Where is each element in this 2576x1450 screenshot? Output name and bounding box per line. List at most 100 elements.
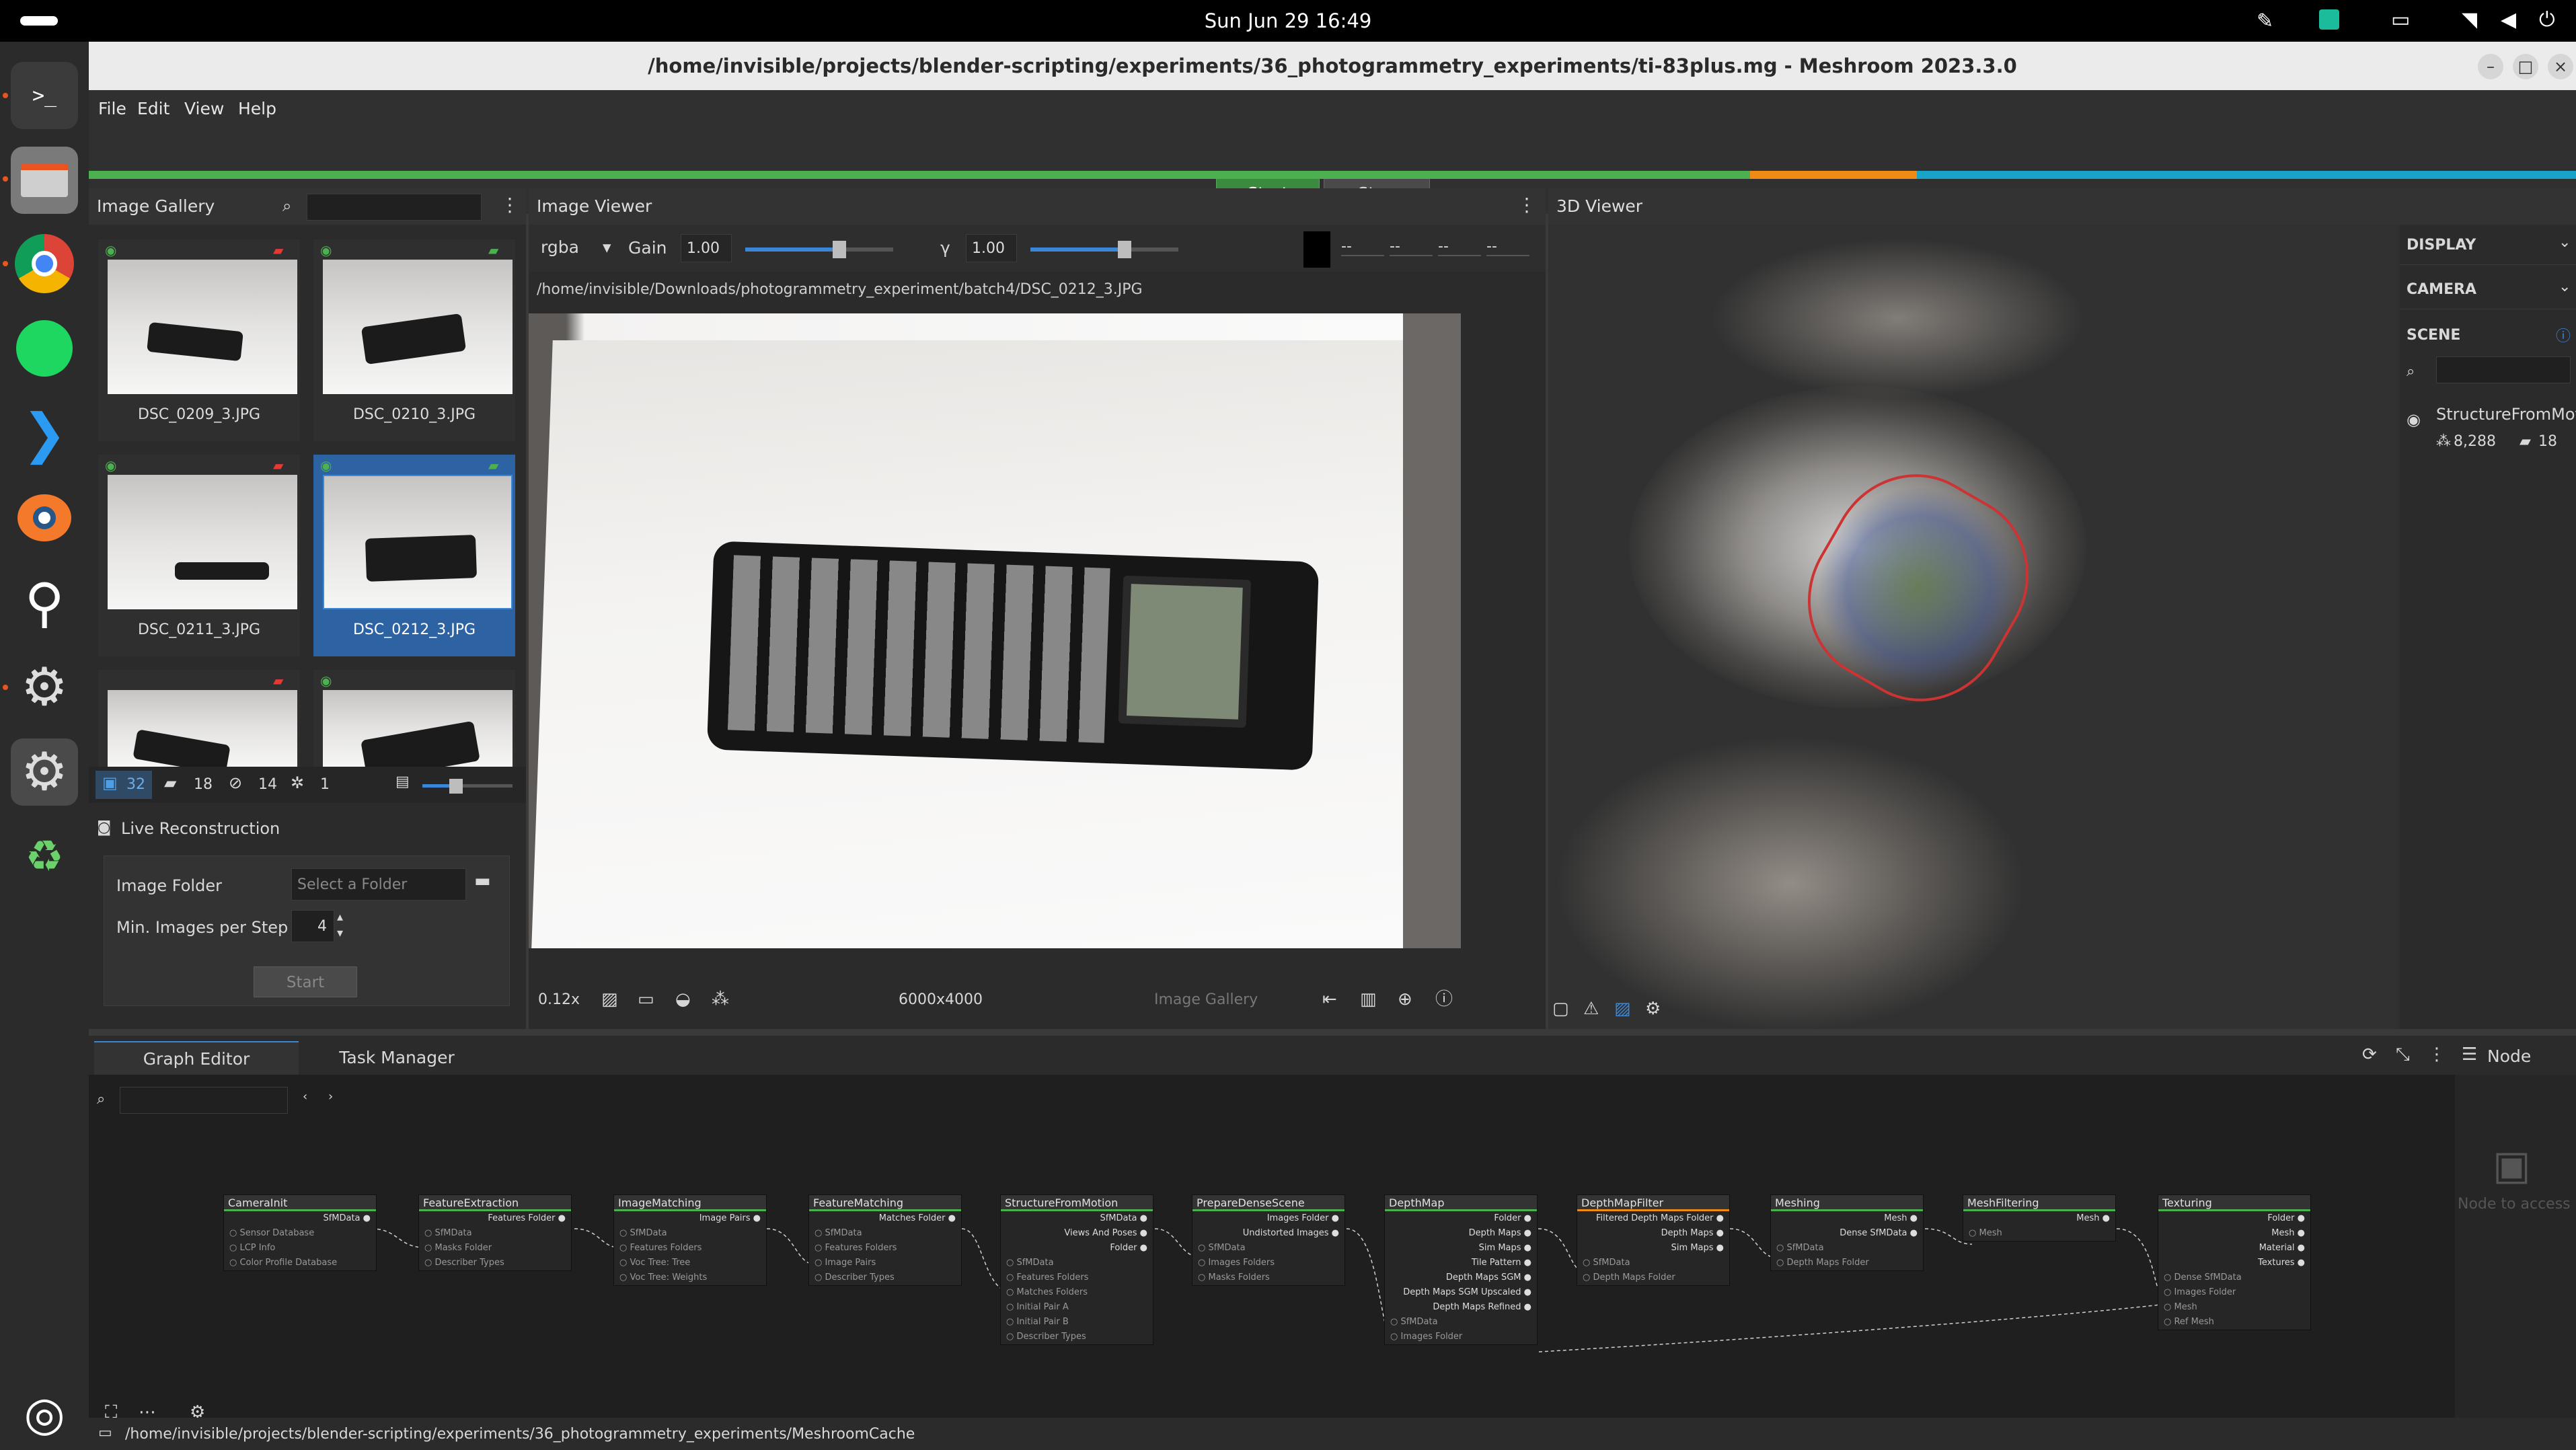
point-cloud-viewport[interactable] <box>1548 225 2397 1029</box>
meshroom-icon[interactable]: ⚲ <box>11 569 78 636</box>
graph-node-preparedensescene[interactable]: PrepareDenseScene Images Folder ● Undistor… <box>1192 1194 1345 1286</box>
gamma-slider[interactable] <box>1030 241 1178 258</box>
settings-gear-icon[interactable]: ⚙ <box>1645 995 1661 1022</box>
image-viewer-menu-icon[interactable]: ⋮ <box>1517 194 1536 216</box>
folder-icon[interactable]: ▬ <box>474 871 491 891</box>
output-port[interactable]: Depth Maps SGM ● <box>1385 1270 1537 1285</box>
graph-node-featureextraction[interactable]: FeatureExtraction Features Folder ● ○ SfMD… <box>418 1194 572 1271</box>
input-port[interactable]: ○ Describer Types <box>809 1270 961 1285</box>
input-port[interactable]: ○ Matches Folders <box>1001 1285 1153 1300</box>
gallery-thumb[interactable]: ◉ ▰ DSC_0209_3.JPG <box>98 239 300 441</box>
globe-icon[interactable]: ⊕ <box>1398 986 1412 1013</box>
spin-down-icon[interactable]: ▾ <box>337 926 343 940</box>
graph-node-camerainit[interactable]: CameraInit SfMData ● ○ Sensor Database ○ LC… <box>223 1194 377 1271</box>
graph-node-meshfiltering[interactable]: MeshFiltering Mesh ● ○ Mesh <box>1963 1194 2116 1242</box>
output-port[interactable]: Undistorted Images ● <box>1192 1226 1344 1241</box>
output-port[interactable]: SfMData ● <box>1001 1211 1153 1226</box>
input-port[interactable]: ○ Depth Maps Folder <box>1771 1256 1923 1270</box>
image-folder-input[interactable]: Select a Folder <box>291 868 466 901</box>
minimize-icon[interactable]: – <box>2478 54 2503 79</box>
blender-icon[interactable] <box>11 484 78 551</box>
menu-edit[interactable]: Edit <box>137 90 169 128</box>
camera-section[interactable]: CAMERA ⌄ <box>2400 269 2576 309</box>
frame-icon[interactable]: ▭ <box>638 986 654 1013</box>
output-port[interactable]: Depth Maps Refined ● <box>1385 1300 1537 1315</box>
input-port[interactable]: ○ Voc Tree: Tree <box>614 1256 766 1270</box>
pen-icon[interactable]: ✎ <box>2257 9 2273 33</box>
output-port[interactable]: Features Folder ● <box>419 1211 571 1226</box>
input-port[interactable]: ○ Color Profile Database <box>224 1256 376 1270</box>
graph-node-meshing[interactable]: Meshing Mesh ● Dense SfMData ● ○ SfMData ○ D… <box>1770 1194 1924 1271</box>
warning-icon[interactable]: ⚠ <box>1583 995 1599 1022</box>
input-port[interactable]: ○ SfMData <box>614 1226 766 1241</box>
live-start-button[interactable]: Start <box>254 966 357 997</box>
min-images-spinbox[interactable]: 4 <box>291 910 334 942</box>
output-port[interactable]: Mesh ● <box>1771 1211 1923 1226</box>
gallery-search-input[interactable] <box>307 194 482 221</box>
power-icon[interactable]: ⏻ <box>2539 8 2555 32</box>
input-port[interactable]: ○ SfMData <box>1001 1256 1153 1270</box>
output-port[interactable]: Matches Folder ● <box>809 1211 961 1226</box>
graph-node-structurefrommotion[interactable]: StructureFromMotion SfMData ● Views And Po… <box>1000 1194 1153 1345</box>
output-port[interactable]: Mesh ● <box>2158 1226 2310 1241</box>
graph-node-depthmap[interactable]: DepthMap Folder ● Depth Maps ● Sim Maps ● Ti… <box>1384 1194 1538 1345</box>
settings-active-icon[interactable]: ⚙ <box>11 738 78 806</box>
input-port[interactable]: ○ Dense SfMData <box>2158 1270 2310 1285</box>
input-port[interactable]: ○ Mesh <box>1963 1226 2115 1241</box>
input-port[interactable]: ○ Features Folders <box>809 1241 961 1256</box>
input-port[interactable]: ○ Initial Pair A <box>1001 1300 1153 1315</box>
input-port[interactable]: ○ LCP Info <box>224 1241 376 1256</box>
output-port[interactable]: SfMData ● <box>224 1211 376 1226</box>
input-port[interactable]: ○ Depth Maps Folder <box>1577 1270 1729 1285</box>
menu-help[interactable]: Help <box>238 90 276 128</box>
visibility-icon[interactable]: ◉ <box>2407 410 2421 429</box>
output-port[interactable]: Mesh ● <box>1963 1211 2115 1226</box>
input-port[interactable]: ○ Initial Pair B <box>1001 1315 1153 1330</box>
maximize-icon[interactable]: □ <box>2513 54 2538 79</box>
hdr-icon[interactable]: ▨ <box>601 986 618 1013</box>
gallery-thumb[interactable]: ▰ <box>98 670 300 767</box>
show-apps-icon[interactable]: ◎ <box>11 1380 78 1447</box>
input-port[interactable]: ○ SfMData <box>1385 1315 1537 1330</box>
thumbnail-size-slider[interactable] <box>422 779 513 794</box>
output-port[interactable]: Views And Poses ● <box>1001 1226 1153 1241</box>
menu-file[interactable]: File <box>98 90 126 128</box>
image-source-select[interactable]: Image Gallery <box>1154 991 1302 1008</box>
spotify-icon[interactable] <box>11 315 78 382</box>
vscode-icon[interactable]: ❯ <box>11 399 78 467</box>
output-port[interactable]: Filtered Depth Maps Folder ● <box>1577 1211 1729 1226</box>
fisheye-icon[interactable]: ◒ <box>675 986 691 1013</box>
input-port[interactable]: ○ Describer Types <box>1001 1330 1153 1344</box>
files-icon[interactable] <box>11 147 78 214</box>
input-port[interactable]: ○ SfMData <box>1192 1241 1344 1256</box>
output-port[interactable]: Tile Pattern ● <box>1385 1256 1537 1270</box>
gallery-thumb-selected[interactable]: ◉ ▰ DSC_0212_3.JPG <box>313 455 515 656</box>
output-port[interactable]: Depth Maps SGM Upscaled ● <box>1385 1285 1537 1300</box>
app-indicator-icon[interactable] <box>2319 9 2339 30</box>
live-reconstruction-header[interactable]: ◙ Live Reconstruction <box>89 810 526 846</box>
no-camera-filter-icon[interactable]: ⊘ <box>229 773 242 792</box>
features-icon[interactable]: ⁂ <box>712 986 729 1013</box>
input-port[interactable]: ○ Features Folders <box>1001 1270 1153 1285</box>
output-port[interactable]: Folder ● <box>2158 1211 2310 1226</box>
graph-node-depthmapfilter[interactable]: DepthMapFilter Filtered Depth Maps Folder… <box>1577 1194 1730 1286</box>
output-port[interactable]: Image Pairs ● <box>614 1211 766 1226</box>
output-port[interactable]: Depth Maps ● <box>1385 1226 1537 1241</box>
graph-node-imagematching[interactable]: ImageMatching Image Pairs ● ○ SfMData ○ Fea… <box>613 1194 767 1286</box>
intrinsics-icon[interactable]: ✲ <box>291 773 304 792</box>
scene-item-name[interactable]: StructureFromMotion <box>2436 405 2576 424</box>
trash-icon[interactable]: ♻ <box>11 823 78 890</box>
display-section[interactable]: DISPLAY ⌄ <box>2400 225 2576 265</box>
output-port[interactable]: Folder ● <box>1385 1211 1537 1226</box>
info-icon[interactable]: ⓘ <box>2556 324 2571 346</box>
settings-icon[interactable]: ⚙ <box>11 654 78 721</box>
output-port[interactable]: Depth Maps ● <box>1577 1226 1729 1241</box>
chrome-icon[interactable] <box>11 230 78 297</box>
scene-search-input[interactable] <box>2436 356 2571 383</box>
output-port[interactable]: Folder ● <box>1001 1241 1153 1256</box>
output-port[interactable]: Sim Maps ● <box>1577 1241 1729 1256</box>
menu-view[interactable]: View <box>184 90 224 128</box>
channel-select[interactable]: rgba ▾ <box>541 234 621 261</box>
input-port[interactable]: ○ Features Folders <box>614 1241 766 1256</box>
input-port[interactable]: ○ Voc Tree: Weights <box>614 1270 766 1285</box>
